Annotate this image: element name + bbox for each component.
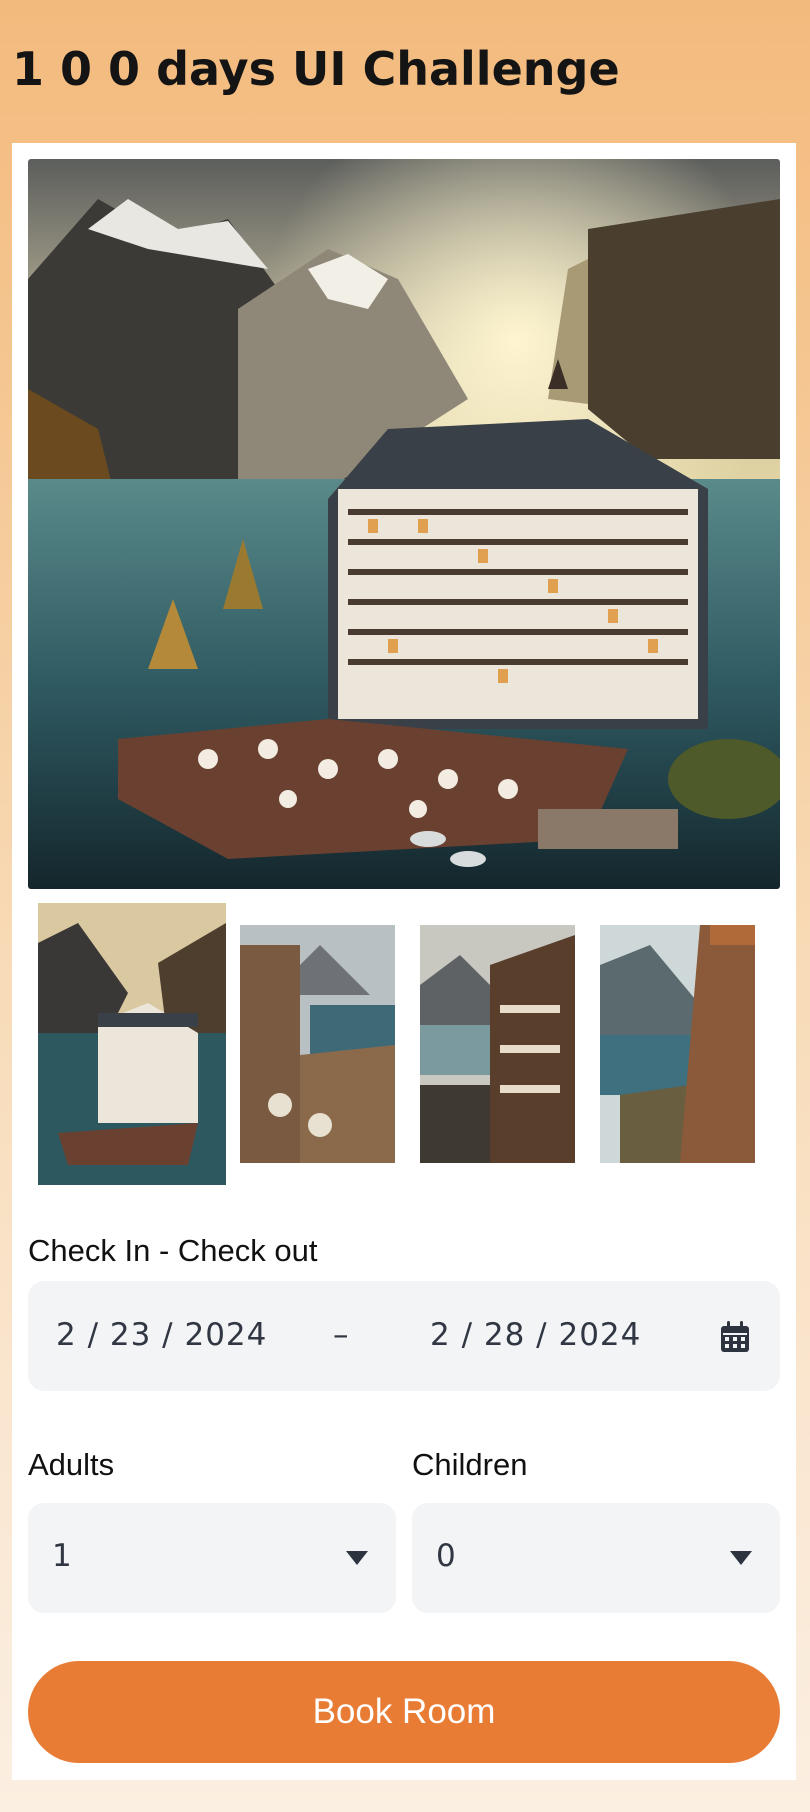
- page-title: 1 0 0 days UI Challenge: [12, 42, 620, 96]
- caret-down-icon: [730, 1551, 752, 1565]
- hero-image: [28, 159, 780, 889]
- book-room-button[interactable]: Book Room: [28, 1661, 780, 1763]
- thumbnail-3[interactable]: [420, 925, 575, 1163]
- children-label: Children: [412, 1447, 528, 1482]
- dates-label: Check In - Check out: [28, 1233, 318, 1268]
- children-value: 0: [436, 1538, 456, 1574]
- date-separator: –: [333, 1317, 349, 1353]
- adults-label: Adults: [28, 1447, 115, 1482]
- thumbnail-1[interactable]: [38, 903, 226, 1185]
- adults-value: 1: [52, 1538, 72, 1574]
- adults-select[interactable]: 1: [28, 1503, 396, 1613]
- check-out-date[interactable]: 2 / 28 / 2024: [430, 1317, 641, 1353]
- children-select[interactable]: 0: [412, 1503, 780, 1613]
- caret-down-icon: [346, 1551, 368, 1565]
- thumbnail-4[interactable]: [600, 925, 755, 1163]
- check-in-date[interactable]: 2 / 23 / 2024: [56, 1317, 267, 1353]
- calendar-icon[interactable]: [720, 1321, 750, 1353]
- booking-card: Check In - Check out 2 / 23 / 2024 – 2 /…: [12, 143, 796, 1780]
- date-range-field[interactable]: 2 / 23 / 2024 – 2 / 28 / 2024: [28, 1281, 780, 1391]
- thumbnail-2[interactable]: [240, 925, 395, 1163]
